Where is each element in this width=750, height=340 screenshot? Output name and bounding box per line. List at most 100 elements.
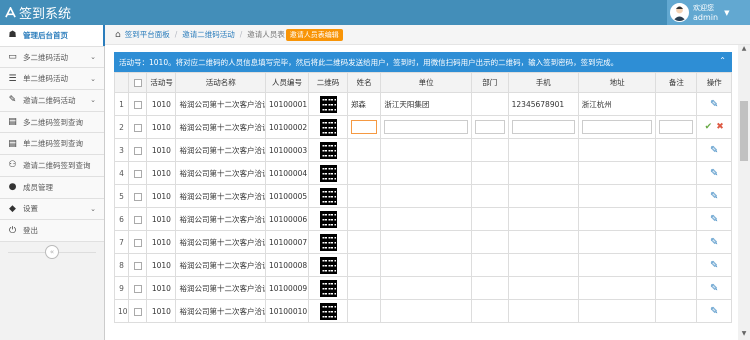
dept-input[interactable]: [474, 120, 505, 134]
table-row[interactable]: 1 1010裕润公司第十二次客户洽谈会10100001 郑森浙江天阳集团 123456…: [114, 92, 732, 116]
scroll-down-icon[interactable]: ▼: [738, 330, 750, 340]
dept-cell: [470, 207, 509, 231]
actions-cell: ✔ ✖: [696, 115, 732, 139]
pencil-icon[interactable]: ✎: [700, 260, 728, 271]
unit-cell: [380, 184, 472, 208]
actions-cell: ✎: [696, 92, 732, 116]
chevron-up-icon[interactable]: ⌃: [719, 56, 726, 65]
phone-cell: [507, 230, 579, 254]
save-check-icon[interactable]: ✔: [705, 122, 713, 132]
sidebar-item-label: 登出: [23, 226, 38, 236]
qr-code-image[interactable]: [319, 164, 337, 182]
sidebar-item-members[interactable]: ● 成员管理: [0, 176, 104, 199]
person-id-cell: 10100003: [264, 138, 310, 162]
dashboard-icon: ☗: [8, 30, 17, 41]
table-row[interactable]: 7 1010裕润公司第十二次客户洽谈会10100007 ✎: [114, 230, 732, 254]
scroll-up-icon[interactable]: ▲: [738, 45, 750, 55]
row-select: [128, 253, 148, 277]
scroll-thumb[interactable]: [740, 101, 748, 161]
qr-code-image[interactable]: [319, 95, 337, 113]
double-chevron-left-icon[interactable]: «: [45, 244, 59, 259]
table-row[interactable]: 6 1010裕润公司第十二次客户洽谈会10100006 ✎: [114, 207, 732, 231]
qr-code-image[interactable]: [319, 141, 337, 159]
tag-icon: ◆: [9, 203, 16, 214]
table-row[interactable]: 101010裕润公司第十二次客户洽谈会10100010✎: [114, 299, 732, 323]
pencil-icon[interactable]: ✎: [700, 191, 728, 202]
row-checkbox[interactable]: [133, 215, 142, 224]
sidebar-item-invite-qr-query[interactable]: ⚇ 邀请二维码签到查询: [0, 155, 104, 177]
qr-code-image[interactable]: [319, 233, 337, 251]
row-checkbox[interactable]: [133, 192, 142, 201]
dept-cell: [470, 253, 509, 277]
row-checkbox[interactable]: [133, 146, 142, 155]
qr-code-image[interactable]: [319, 187, 337, 205]
breadcrumb-separator: /: [239, 30, 243, 39]
cancel-x-icon[interactable]: ✖: [716, 122, 724, 132]
row-checkbox[interactable]: [133, 100, 142, 109]
row-checkbox[interactable]: [133, 238, 142, 247]
name-input[interactable]: [350, 120, 378, 134]
pencil-icon[interactable]: ✎: [700, 283, 728, 294]
sidebar-item-single-qr-query[interactable]: ▤ 单二维码签到查询: [0, 133, 104, 156]
qr-code-cell: [308, 184, 348, 208]
person-id-cell: 10100002: [264, 115, 310, 139]
activity-name-cell: 裕润公司第十二次客户洽谈会: [175, 207, 266, 231]
unit-cell: [380, 115, 472, 139]
sidebar-item-multi-qr-query[interactable]: ▤ 多二维码签到查询: [0, 111, 104, 134]
row-checkbox[interactable]: [133, 307, 142, 316]
table-row[interactable]: 9 1010裕润公司第十二次客户洽谈会10100009 ✎: [114, 276, 732, 300]
unit-cell: [380, 230, 472, 254]
note-input[interactable]: [659, 120, 694, 134]
unit-input[interactable]: [384, 120, 468, 134]
qr-code-image[interactable]: [319, 256, 337, 274]
row-select: [128, 230, 148, 254]
sidebar-item-logout[interactable]: ⏻ 登出: [0, 220, 104, 242]
phone-cell: [507, 276, 579, 300]
qr-code-image[interactable]: [319, 279, 337, 297]
table-row[interactable]: 5 1010裕润公司第十二次客户洽谈会10100005 ✎: [114, 184, 732, 208]
activity-id-cell: 1010: [146, 138, 177, 162]
dept-cell: [470, 92, 509, 116]
page-scrollbar[interactable]: ▲ ▼: [738, 45, 750, 340]
phone-input[interactable]: [511, 120, 575, 134]
activity-name-cell: 裕润公司第十二次客户洽谈会: [175, 138, 266, 162]
table-row[interactable]: 2 1010裕润公司第十二次客户洽谈会10100002 ✔✖: [114, 115, 732, 139]
name-cell: [346, 207, 382, 231]
row-checkbox[interactable]: [133, 169, 142, 178]
address-input[interactable]: [581, 120, 653, 134]
table-row[interactable]: 4 1010裕润公司第十二次客户洽谈会10100004 ✎: [114, 161, 732, 185]
breadcrumb-item[interactable]: 签到平台面板: [125, 29, 170, 40]
sidebar-item-label: 单二维码签到查询: [23, 139, 83, 149]
breadcrumb-item[interactable]: 邀请二维码活动: [182, 29, 235, 40]
app-brand[interactable]: 签到系统: [5, 3, 71, 22]
qr-code-image[interactable]: [319, 210, 337, 228]
sidebar-item-settings[interactable]: ◆ 设置 ⌄: [0, 198, 104, 221]
actions-cell: ✎: [696, 161, 732, 185]
name-cell: [346, 276, 382, 300]
sidebar-item-dashboard[interactable]: ☗ 管理后台首页: [0, 25, 105, 47]
activity-name-cell: 裕润公司第十二次客户洽谈会: [175, 184, 266, 208]
sidebar-item-multi-qr-activity[interactable]: ▭ 多二维码活动 ⌄: [0, 46, 104, 69]
row-checkbox[interactable]: [133, 123, 142, 132]
qr-code-image[interactable]: [319, 302, 337, 320]
qr-code-image[interactable]: [319, 118, 337, 136]
table-row[interactable]: 8 1010裕润公司第十二次客户洽谈会10100008 ✎: [114, 253, 732, 277]
table-row[interactable]: 3 1010裕润公司第十二次客户洽谈会10100003 ✎: [114, 138, 732, 162]
row-checkbox[interactable]: [133, 261, 142, 270]
actions-cell: ✎: [696, 276, 732, 300]
pencil-icon[interactable]: ✎: [700, 99, 728, 110]
sidebar-item-invite-qr-activity[interactable]: ✎ 邀请二维码活动 ⌄: [0, 90, 104, 112]
home-icon[interactable]: ⌂: [115, 30, 121, 40]
pencil-icon[interactable]: ✎: [700, 306, 728, 317]
row-checkbox[interactable]: [133, 284, 142, 293]
pencil-icon[interactable]: ✎: [700, 168, 728, 179]
pencil-icon[interactable]: ✎: [700, 145, 728, 156]
sidebar-item-single-qr-activity[interactable]: ☰ 单二维码活动 ⌄: [0, 68, 104, 91]
sidebar-collapse[interactable]: «: [0, 242, 104, 262]
qr-code-cell: [308, 92, 348, 116]
phone-cell: [507, 115, 579, 139]
pencil-icon[interactable]: ✎: [700, 214, 728, 225]
select-all-checkbox[interactable]: [133, 79, 142, 87]
pencil-icon[interactable]: ✎: [700, 237, 728, 248]
user-menu[interactable]: 欢迎您 admin ▼: [667, 0, 750, 25]
